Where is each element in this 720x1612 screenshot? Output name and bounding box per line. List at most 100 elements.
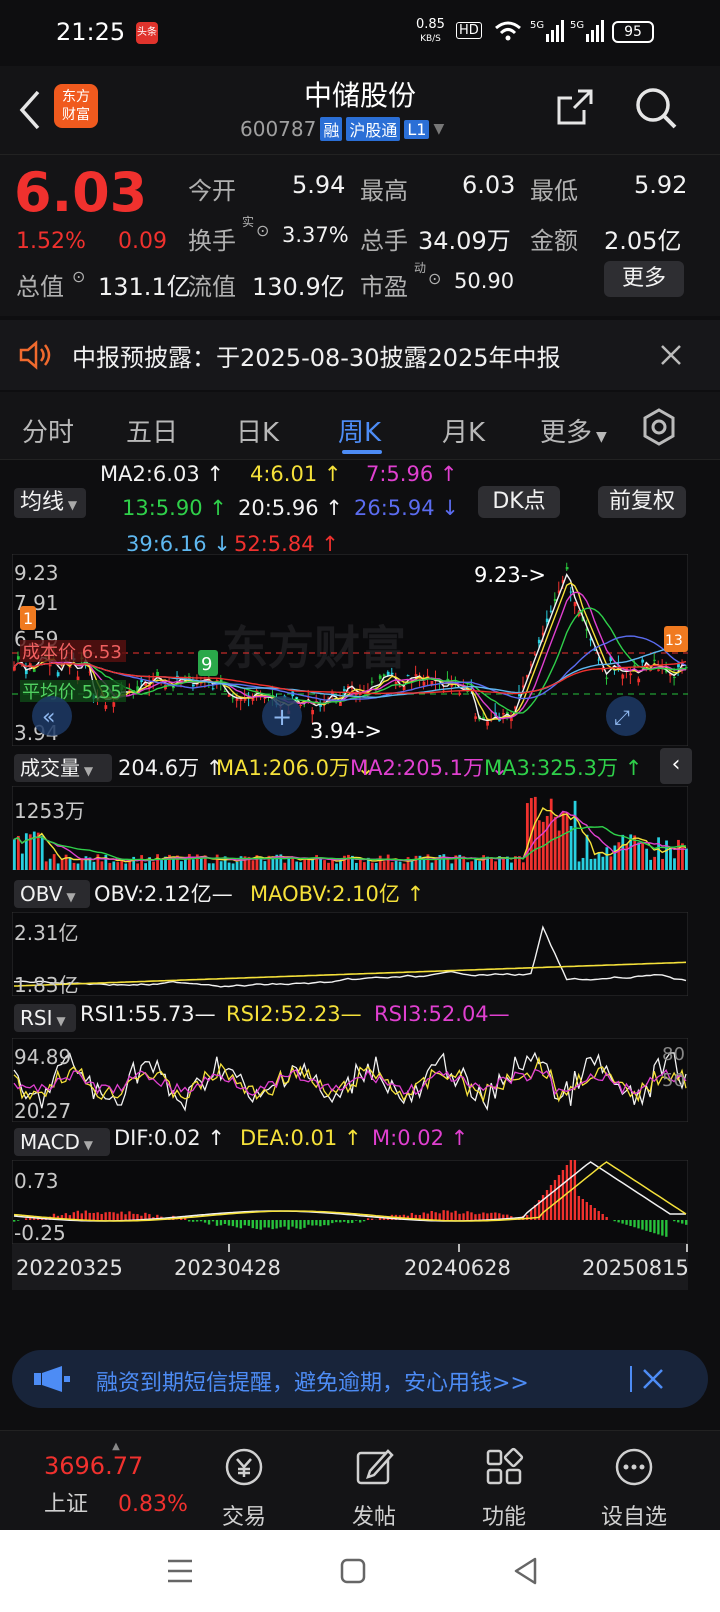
volume-ma3: MA3:325.3万 ↑: [484, 756, 643, 780]
macd-bar: [319, 1220, 322, 1227]
tab-intraday[interactable]: 分时: [22, 412, 74, 449]
volume-bar: [56, 863, 60, 870]
kline-chart[interactable]: 东方财富 9.23 7.91 6.59 3.94 成本价 6.53 平均价 5.…: [12, 554, 688, 746]
macd-bar: [331, 1220, 334, 1224]
index-quote[interactable]: ▲ 3696.77 上证 0.83%: [44, 1441, 188, 1518]
system-nav-bar: [0, 1530, 720, 1612]
macd-bar: [462, 1213, 465, 1220]
volume-bar: [96, 854, 100, 870]
search-icon[interactable]: [634, 86, 678, 130]
obv-selector[interactable]: OBV ▼: [14, 880, 90, 908]
candle-body: [673, 676, 676, 678]
volume-bar: [358, 859, 362, 870]
nav-functions[interactable]: 功能: [454, 1445, 554, 1531]
info-icon[interactable]: ⊙: [428, 269, 441, 288]
candle-body: [398, 686, 402, 688]
rsi1-value: RSI1:55.73—: [80, 1002, 216, 1026]
volume-bar: [641, 842, 645, 870]
margin-reminder-banner[interactable]: 融资到期短信提醒，避免逾期，安心用钱>>: [12, 1350, 708, 1408]
mktcap-label: 总值: [16, 273, 64, 301]
tab-monthly-k[interactable]: 月K: [442, 412, 485, 449]
back-icon[interactable]: [512, 1556, 538, 1586]
volume-bar: [76, 863, 80, 870]
volume-bar: [625, 843, 629, 870]
tab-weekly-k[interactable]: 周K: [338, 412, 381, 449]
macd-chart: 0.73 -0.25: [12, 1160, 688, 1244]
macd-bar: [370, 1218, 374, 1220]
macd-bar: [24, 1218, 28, 1220]
nav-post[interactable]: 发帖: [324, 1445, 424, 1531]
rsi-50-label: 50: [662, 1070, 685, 1091]
volume-bar: [553, 816, 557, 870]
share-icon[interactable]: [556, 88, 594, 126]
tab-five-day[interactable]: 五日: [126, 412, 178, 449]
macd-bar: [605, 1217, 608, 1220]
adjust-price-button[interactable]: 前复权: [598, 486, 686, 518]
obv-y-max: 2.31亿: [14, 921, 79, 945]
info-icon[interactable]: ⊙: [256, 221, 269, 240]
macd-bar: [649, 1220, 652, 1232]
level-tag[interactable]: L1: [404, 119, 430, 139]
date-label-1: 20220325: [16, 1256, 123, 1280]
volume-bar: [104, 854, 108, 870]
svg-text:5G: 5G: [570, 20, 584, 31]
candle-body: [422, 681, 426, 686]
collapse-panel-button[interactable]: ‹: [660, 748, 692, 784]
macd-bar: [561, 1170, 565, 1220]
macd-bar: [219, 1220, 223, 1226]
macd-bar: [351, 1220, 354, 1223]
macd-bar: [625, 1220, 628, 1225]
candle-body: [299, 704, 303, 707]
close-icon[interactable]: [660, 344, 682, 366]
float-label: 流值: [188, 273, 236, 301]
macd-bar: [207, 1220, 211, 1225]
chevron-down-icon[interactable]: ▼: [433, 121, 444, 137]
info-icon[interactable]: ⊙: [72, 267, 85, 286]
tab-more[interactable]: 更多 ▼: [540, 412, 607, 449]
macd-selector[interactable]: MACD ▼: [14, 1128, 110, 1156]
watermark: 东方财富: [222, 621, 406, 675]
macd-bar: [442, 1210, 445, 1220]
macd-bar: [466, 1211, 469, 1220]
volume-bar: [283, 862, 287, 870]
volume-value: 204.6万 ↑: [118, 756, 224, 780]
macd-bar: [255, 1220, 258, 1229]
candle-body: [223, 690, 227, 692]
volume-value: 34.09万: [418, 227, 511, 255]
nav-trade[interactable]: 交易: [194, 1445, 294, 1531]
more-button[interactable]: 更多: [604, 261, 684, 297]
macd-bar: [315, 1220, 318, 1226]
volume-bar: [665, 840, 668, 870]
volume-selector[interactable]: 成交量 ▼: [14, 754, 112, 782]
volume-bar: [581, 857, 585, 870]
macd-bar: [339, 1220, 342, 1223]
rsi-selector[interactable]: RSI ▼: [14, 1004, 76, 1032]
ma13-text: 13:5.90 ↑: [122, 496, 227, 520]
menu-icon[interactable]: [166, 1558, 194, 1584]
volume-bar: [303, 858, 307, 870]
volume-bar: [140, 855, 144, 870]
banner-text: 融资到期短信提醒，避免逾期，安心用钱>>: [96, 1371, 529, 1396]
macd-bar: [490, 1212, 493, 1220]
marker-1: 1: [23, 609, 33, 628]
candle-body: [16, 656, 20, 660]
candle-body: [537, 639, 541, 644]
nav-add-watchlist[interactable]: 设自选: [584, 1445, 684, 1531]
tab-daily-k[interactable]: 日K: [236, 412, 279, 449]
macd-bar: [191, 1220, 195, 1222]
gear-icon[interactable]: [640, 408, 678, 446]
macd-bar: [621, 1220, 624, 1224]
volume-bar: [549, 798, 553, 870]
notice-bar[interactable]: 中报预披露：于2025-08-30披露2025年中报: [0, 320, 720, 390]
dk-point-button[interactable]: DK点: [478, 486, 560, 518]
volume-bar: [331, 859, 334, 870]
volume-bar: [402, 863, 406, 870]
macd-bar: [343, 1220, 346, 1222]
expand-icon: ⤢: [614, 705, 630, 729]
home-icon[interactable]: [340, 1558, 366, 1584]
ma-selector[interactable]: 均线 ▼: [14, 488, 86, 518]
volume-bar: [645, 848, 649, 870]
rsi-80-label: 80: [662, 1044, 685, 1065]
close-icon[interactable]: [642, 1368, 664, 1390]
volume-bar: [219, 861, 223, 870]
